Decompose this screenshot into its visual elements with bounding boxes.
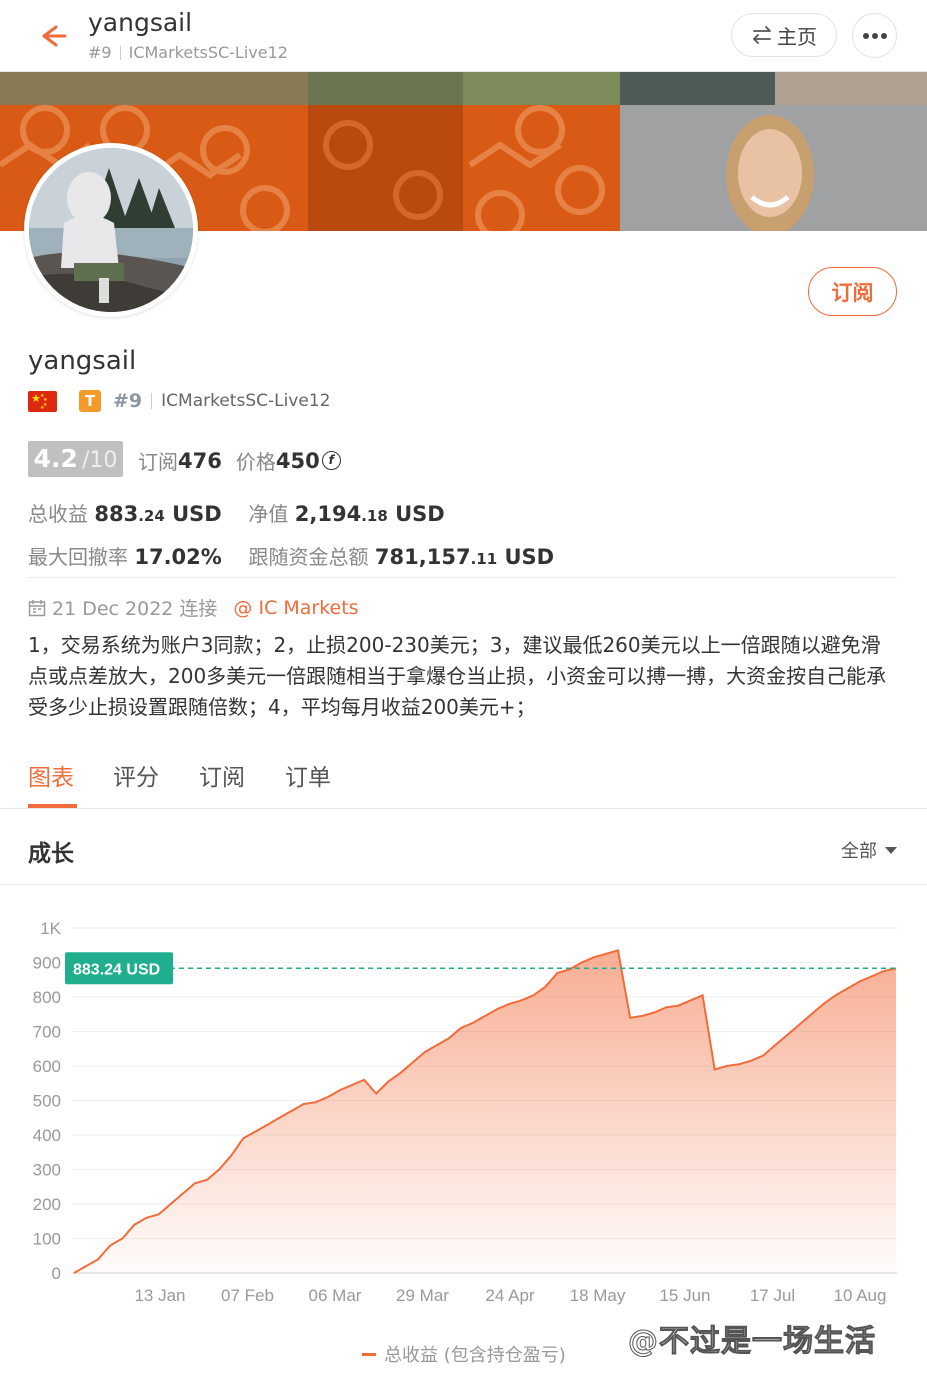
x-tick-label: 18 May: [570, 1286, 626, 1305]
y-tick-label: 500: [33, 1092, 61, 1111]
range-select-label: 全部: [841, 841, 877, 862]
growth-chart: 0 100 200 300 400 500 600 700 800 900 1K 13 Jan 07 …: [33, 919, 897, 1305]
divider: [151, 393, 153, 409]
legend-swatch: [362, 1352, 376, 1356]
x-tick-label: 10 Aug: [834, 1286, 887, 1305]
y-tick-label: 300: [33, 1161, 61, 1180]
profit-equity-row: 总收益 883.24 USD 净值 2,194.18 USD: [28, 498, 445, 527]
equity-value: 2,194: [294, 502, 362, 526]
more-dots-icon: [862, 32, 887, 39]
copy-funds-label: 跟随资金总额: [248, 545, 369, 569]
top-bar: yangsail #9 ICMarketsSC-Live12 主页: [0, 0, 927, 72]
tab-orders[interactable]: 订单: [285, 758, 331, 792]
y-tick-label: 600: [33, 1057, 61, 1076]
broker-link[interactable]: @ IC Markets: [233, 597, 358, 619]
calendar-icon: [28, 599, 46, 616]
x-tick-label: 15 Jun: [659, 1286, 710, 1305]
banner-tile: [308, 105, 463, 231]
copy-funds-decimal: .11: [470, 550, 498, 568]
total-profit-label: 总收益: [28, 502, 88, 526]
drawdown-funds-row: 最大回撤率 17.02% 跟随资金总额 781,157.11 USD: [28, 541, 554, 570]
max-drawdown-label: 最大回撤率: [28, 545, 128, 569]
back-arrow-icon[interactable]: [34, 18, 70, 54]
subscribe-button[interactable]: 订阅: [808, 267, 897, 316]
divider: [28, 577, 897, 578]
total-profit-value: 883: [94, 502, 139, 526]
price-value: 450: [275, 448, 320, 473]
account-meta: 21 Dec 2022 连接 @ IC Markets: [28, 594, 359, 621]
subscribers-label: 订阅: [138, 450, 178, 474]
y-tick-label: 400: [33, 1126, 61, 1145]
y-tick-label: 100: [33, 1230, 61, 1249]
rating-max: /10: [81, 448, 118, 473]
rating-value: 4.2: [33, 444, 78, 473]
strategy-description: 1，交易系统为账户3同款；2，止损200-230美元；3，建议最低260美元以上…: [28, 633, 887, 719]
watermark: @不过是一场生活: [628, 1324, 876, 1360]
y-tick-label: 700: [33, 1023, 61, 1042]
total-profit-decimal: .24: [138, 507, 165, 525]
x-tick-label: 29 Mar: [396, 1286, 449, 1305]
equity-currency: USD: [395, 502, 445, 526]
copy-funds-value: 781,157: [374, 545, 471, 569]
tab-subscription[interactable]: 订阅: [199, 758, 245, 792]
home-button-label: 主页: [777, 24, 817, 49]
coin-icon: f: [321, 451, 341, 470]
tab-rating[interactable]: 评分: [113, 758, 159, 792]
active-tab-indicator: [28, 804, 77, 808]
growth-title: 成长: [28, 841, 74, 867]
y-tick-label: 0: [52, 1264, 61, 1283]
tab-bar: 图表 评分 订阅 订单: [0, 750, 927, 809]
max-drawdown-value: 17.02%: [134, 545, 222, 569]
banner-portrait: [620, 105, 927, 231]
banner-photo-strip: [0, 72, 927, 105]
divider: [119, 46, 121, 60]
profile-badges: ★ ★ ★ ★ ★ T #9 ICMarketsSC-Live12: [28, 389, 330, 413]
header-title: yangsail: [88, 8, 193, 37]
equity-label: 净值: [248, 502, 289, 526]
x-tick-label: 13 Jan: [134, 1286, 185, 1305]
growth-area: [74, 950, 896, 1273]
header-subtitle: #9 ICMarketsSC-Live12: [88, 43, 288, 62]
subscriber-price-row: 订阅 476 价格 450 f: [138, 446, 341, 475]
total-profit-currency: USD: [172, 502, 222, 526]
x-tick-label: 07 Feb: [221, 1286, 274, 1305]
more-button[interactable]: [852, 13, 897, 58]
y-tick-label: 800: [33, 988, 61, 1007]
y-tick-label: 1K: [40, 919, 61, 938]
caret-down-icon: [885, 846, 897, 854]
range-select[interactable]: 全部: [841, 837, 897, 863]
china-flag-icon: ★ ★ ★ ★ ★: [28, 390, 57, 412]
subscribers-count: 476: [178, 448, 222, 473]
equity-decimal: .18: [361, 507, 388, 525]
profile-name: yangsail: [28, 346, 137, 376]
server-label: ICMarketsSC-Live12: [161, 391, 331, 411]
x-tick-label: 24 Apr: [485, 1286, 534, 1305]
legend-label: 总收益 (包含持仓盈亏): [384, 1345, 566, 1366]
swap-icon: [753, 26, 771, 44]
x-tick-label: 17 Jul: [750, 1286, 795, 1305]
rating-badge: 4.2 /10: [28, 441, 123, 477]
rank-label: #9: [113, 390, 143, 412]
y-tick-label: 200: [33, 1195, 61, 1214]
current-value-label: 883.24 USD: [73, 961, 160, 978]
y-tick-label: 900: [33, 954, 61, 973]
price-label: 价格: [235, 450, 276, 474]
tab-chart[interactable]: 图表: [28, 758, 74, 792]
header-rank: #9: [88, 43, 112, 62]
x-tick-label: 06 Mar: [309, 1286, 362, 1305]
avatar: [24, 143, 198, 317]
header-server: ICMarketsSC-Live12: [128, 43, 288, 62]
chart-legend[interactable]: 总收益 (包含持仓盈亏): [362, 1341, 566, 1367]
home-button[interactable]: 主页: [731, 13, 837, 57]
copy-funds-currency: USD: [504, 545, 555, 569]
trader-badge: T: [79, 390, 101, 412]
connected-date: 21 Dec 2022 连接: [52, 598, 218, 620]
growth-header: 成长 全部: [0, 810, 927, 885]
